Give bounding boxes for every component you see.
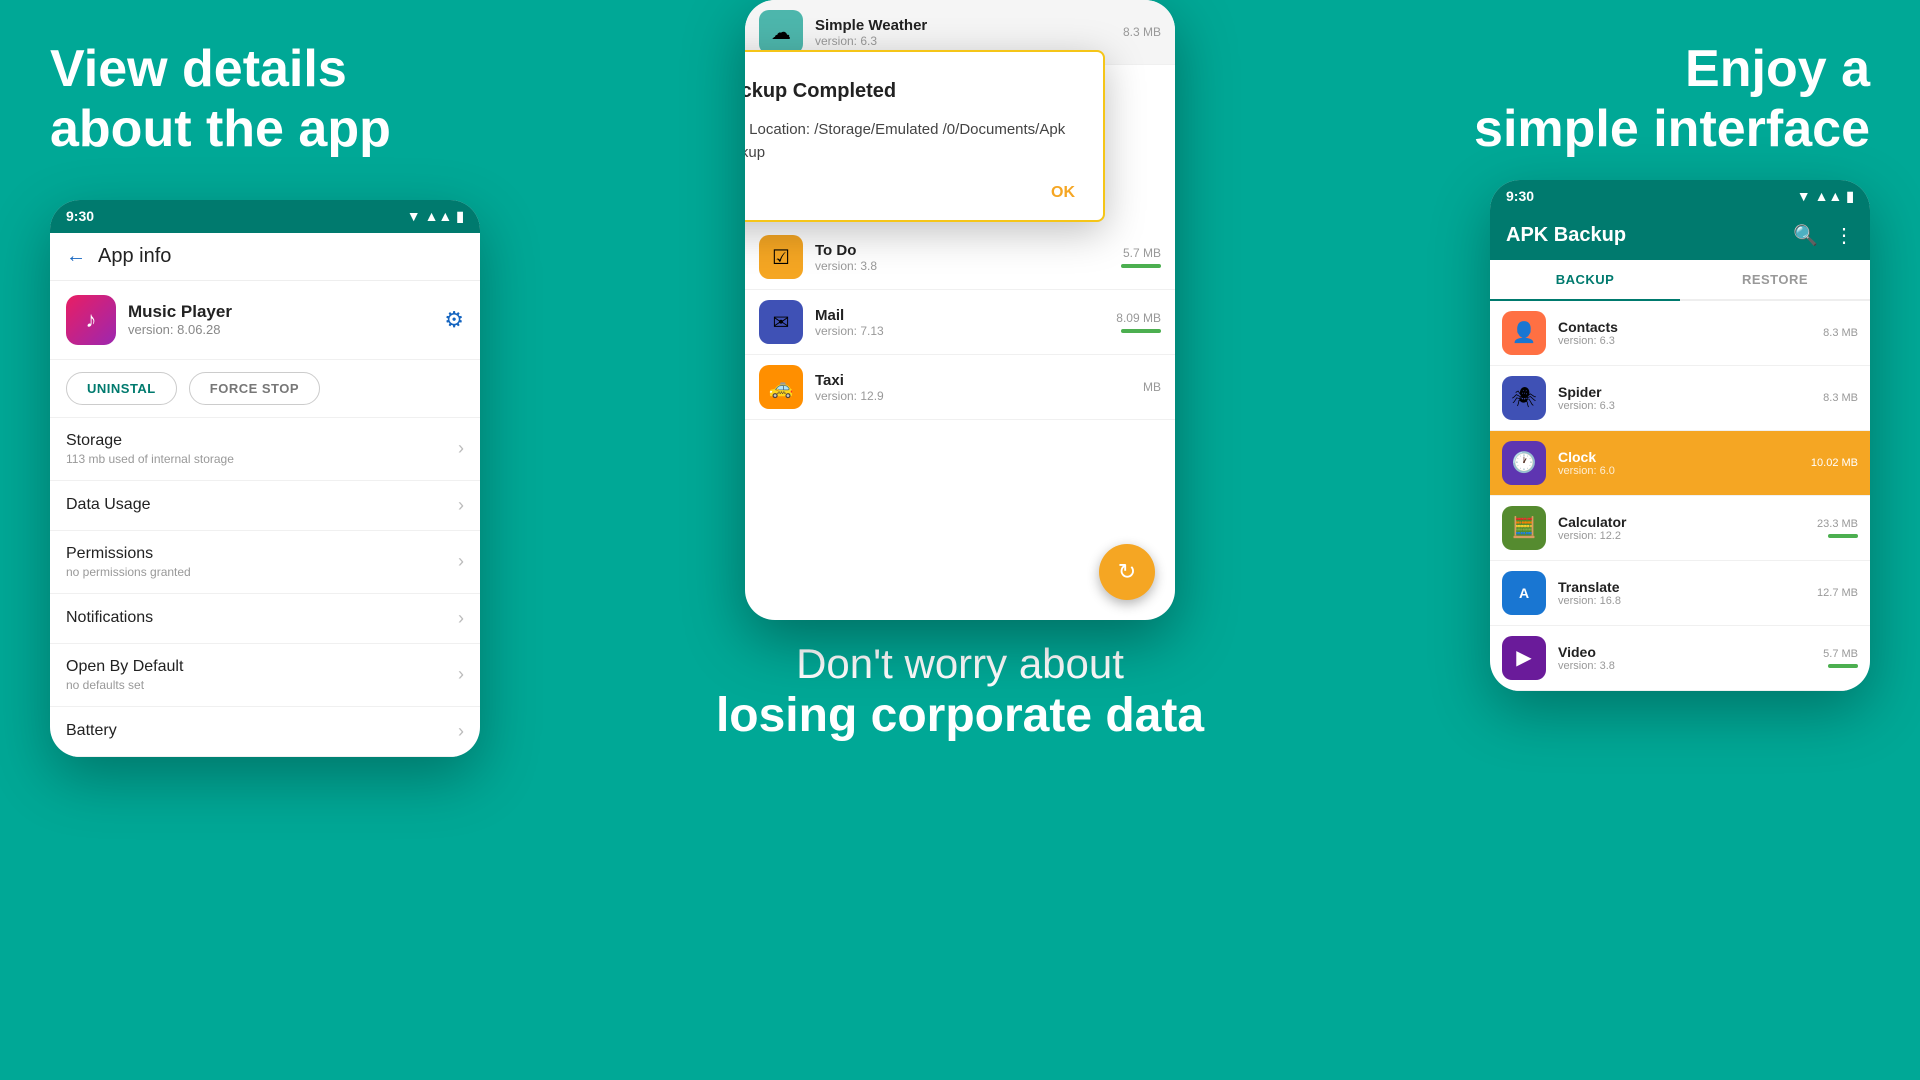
size-bar-video: [1828, 664, 1858, 668]
translate-icon: A: [1502, 571, 1546, 615]
menu-item-open-by-default[interactable]: Open By Default no defaults set ›: [50, 644, 480, 707]
left-headline: View details about the app: [50, 40, 391, 160]
app-info-header: ← App info: [50, 233, 480, 281]
battery-icon: ▮: [456, 208, 464, 225]
size-bar-mail: [1121, 329, 1161, 333]
todo-icon: ☑: [759, 235, 803, 279]
dialog-ok-button[interactable]: OK: [745, 184, 1075, 202]
video-icon: ▶: [1502, 636, 1546, 680]
app-list-todo: ☑ To Do version: 3.8 5.7 MB: [745, 225, 1175, 290]
size-bar-calculator: [1828, 534, 1858, 538]
tab-backup[interactable]: BACKUP: [1490, 260, 1680, 301]
phone-mockup-center: ☁ Simple Weather version: 6.3 8.3 MB Bac…: [745, 0, 1175, 620]
menu-item-storage[interactable]: Storage 113 mb used of internal storage …: [50, 418, 480, 481]
chevron-icon: ›: [458, 495, 464, 516]
fab-button[interactable]: ↻: [1099, 544, 1155, 600]
app-list-taxi: 🚕 Taxi version: 12.9 MB: [745, 355, 1175, 420]
right-phone-header: APK Backup 🔍 ⋮: [1490, 213, 1870, 260]
center-bottom-text: Don't worry about losing corporate data: [676, 620, 1244, 743]
right-app-name: APK Backup: [1506, 224, 1626, 247]
bottom-line2: losing corporate data: [716, 688, 1204, 743]
right-app-item-contacts: 👤 Contacts version: 6.3 8.3 MB: [1490, 301, 1870, 366]
music-player-icon: ♪: [66, 295, 116, 345]
right-headline: Enjoy a simple interface: [1474, 40, 1870, 160]
middle-section: ☁ Simple Weather version: 6.3 8.3 MB Bac…: [560, 0, 1360, 1080]
calculator-icon: 🧮: [1502, 506, 1546, 550]
tab-restore[interactable]: RESTORE: [1680, 260, 1870, 299]
headline-line2: about the app: [50, 100, 391, 158]
bottom-line1: Don't worry about: [716, 640, 1204, 688]
more-icon[interactable]: ⋮: [1834, 223, 1854, 248]
force-stop-button[interactable]: FORCE STOP: [189, 372, 320, 405]
app-list-mail: ✉ Mail version: 7.13 8.09 MB: [745, 290, 1175, 355]
mail-icon: ✉: [759, 300, 803, 344]
battery-icon-right: ▮: [1846, 188, 1854, 205]
chevron-icon: ›: [458, 721, 464, 742]
dialog-title: Backup Completed: [745, 80, 1075, 103]
spider-icon: 🕷: [1502, 376, 1546, 420]
app-info-text: Music Player version: 8.06.28: [128, 302, 432, 337]
right-app-item-video: ▶ Video version: 3.8 5.7 MB: [1490, 626, 1870, 691]
app-name-label: Music Player: [128, 302, 432, 322]
phone-mockup-left: 9:30 ▼ ▲▲ ▮ ← App info ♪ Music Player ve…: [50, 200, 480, 757]
status-icons-left: ▼ ▲▲ ▮: [407, 208, 464, 225]
header-title: App info: [98, 245, 171, 268]
right-headline-line2: simple interface: [1474, 100, 1870, 158]
status-bar-left: 9:30 ▼ ▲▲ ▮: [50, 200, 480, 233]
back-arrow-icon[interactable]: ←: [66, 245, 86, 268]
chevron-icon: ›: [458, 438, 464, 459]
menu-item-notifications[interactable]: Notifications ›: [50, 594, 480, 644]
right-app-item-clock: 🕐 Clock version: 6.0 10.02 MB: [1490, 431, 1870, 496]
right-section: Enjoy a simple interface 9:30 ▼ ▲▲ ▮ APK…: [1360, 0, 1920, 1080]
left-section: View details about the app 9:30 ▼ ▲▲ ▮ ←…: [0, 0, 560, 1080]
clock-icon: 🕐: [1502, 441, 1546, 485]
uninstall-button[interactable]: UNINSTAL: [66, 372, 177, 405]
status-icons-right: ▼ ▲▲ ▮: [1797, 188, 1854, 205]
action-buttons: UNINSTAL FORCE STOP: [50, 360, 480, 418]
menu-item-battery[interactable]: Battery ›: [50, 707, 480, 757]
right-app-item-spider: 🕷 Spider version: 6.3 8.3 MB: [1490, 366, 1870, 431]
backup-dialog: Backup Completed APK Location: /Storage/…: [745, 50, 1105, 222]
right-tabs: BACKUP RESTORE: [1490, 260, 1870, 301]
dialog-body: APK Location: /Storage/Emulated /0/Docum…: [745, 119, 1075, 164]
app-version-label: version: 8.06.28: [128, 322, 432, 337]
chevron-icon: ›: [458, 608, 464, 629]
chevron-icon: ›: [458, 664, 464, 685]
contacts-icon: 👤: [1502, 311, 1546, 355]
right-app-item-translate: A Translate version: 16.8 12.7 MB: [1490, 561, 1870, 626]
gear-icon[interactable]: ⚙: [444, 307, 464, 333]
menu-item-permissions[interactable]: Permissions no permissions granted ›: [50, 531, 480, 594]
menu-item-data-usage[interactable]: Data Usage ›: [50, 481, 480, 531]
chevron-icon: ›: [458, 551, 464, 572]
signal-icon-right: ▲▲: [1815, 188, 1843, 204]
right-app-item-calculator: 🧮 Calculator version: 12.2 23.3 MB: [1490, 496, 1870, 561]
wifi-icon-right: ▼: [1797, 188, 1811, 204]
signal-icon: ▲▲: [425, 208, 453, 224]
headline-line1: View details: [50, 40, 347, 98]
phone-mockup-right: 9:30 ▼ ▲▲ ▮ APK Backup 🔍 ⋮ BACKUP RESTOR…: [1490, 180, 1870, 691]
size-bar-todo: [1121, 264, 1161, 268]
taxi-icon: 🚕: [759, 365, 803, 409]
right-headline-line1: Enjoy a: [1685, 40, 1870, 98]
status-bar-right: 9:30 ▼ ▲▲ ▮: [1490, 180, 1870, 213]
search-icon[interactable]: 🔍: [1793, 223, 1818, 248]
simple-weather-icon: ☁: [759, 10, 803, 54]
status-time-left: 9:30: [66, 208, 94, 224]
wifi-icon: ▼: [407, 208, 421, 224]
app-info-row: ♪ Music Player version: 8.06.28 ⚙: [50, 281, 480, 360]
status-time-right: 9:30: [1506, 188, 1534, 204]
